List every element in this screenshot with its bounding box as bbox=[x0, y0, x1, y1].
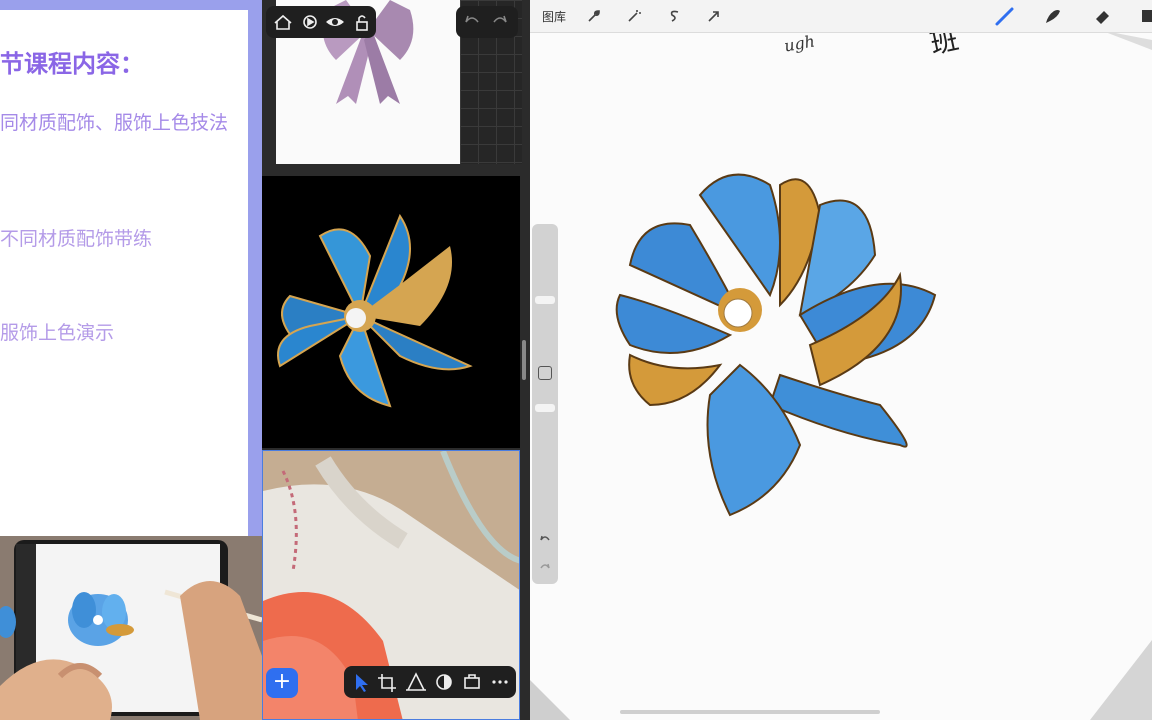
opacity-slider-thumb[interactable] bbox=[535, 404, 555, 412]
brush-size-slider[interactable] bbox=[532, 224, 558, 584]
briefcase-icon bbox=[464, 674, 480, 689]
procreate-toolbar: 图库 bbox=[530, 0, 1152, 33]
brush-icon[interactable] bbox=[994, 5, 1016, 27]
slide-content: 节课程内容： 同材质配饰、服饰上色技法 不同材质配饰带练 服饰上色演示 bbox=[0, 10, 248, 536]
split-view-handle[interactable] bbox=[522, 340, 526, 380]
home-icon bbox=[274, 14, 292, 30]
webcam-feed bbox=[0, 536, 262, 720]
size-slider-thumb[interactable] bbox=[535, 296, 555, 304]
reference-toolbar bbox=[266, 6, 376, 38]
crop-icon bbox=[378, 674, 396, 692]
undo-redo-toolbar bbox=[456, 6, 518, 38]
redo-icon bbox=[493, 15, 507, 23]
square-modify-icon[interactable] bbox=[538, 366, 552, 380]
slide-line-1: 同材质配饰、服饰上色技法 bbox=[0, 112, 229, 134]
eraser-icon[interactable] bbox=[1092, 5, 1114, 27]
gallery-button[interactable]: 图库 bbox=[542, 8, 566, 25]
undo-icon bbox=[465, 15, 479, 23]
transform-arrow-icon[interactable] bbox=[706, 8, 722, 24]
home-indicator bbox=[620, 710, 880, 714]
slide-line-2: 不同材质配饰带练 bbox=[0, 228, 153, 250]
drawing-canvas[interactable]: ugh 班 bbox=[530, 0, 1152, 720]
slide-title: 节课程内容： bbox=[0, 50, 144, 78]
selection-s-icon[interactable] bbox=[666, 8, 682, 24]
add-reference-button[interactable]: + bbox=[266, 668, 298, 698]
wrench-icon[interactable] bbox=[586, 8, 602, 24]
more-icon bbox=[492, 680, 508, 684]
reference-bottom-toolbar bbox=[344, 666, 516, 698]
blue-flower-reference-image[interactable] bbox=[262, 176, 520, 448]
undo-side-icon[interactable] bbox=[538, 532, 552, 546]
perspective-icon bbox=[406, 672, 426, 691]
slide-line-3: 服饰上色演示 bbox=[0, 322, 115, 344]
play-icon bbox=[303, 15, 317, 29]
adjust-icon bbox=[436, 674, 452, 690]
eye-icon bbox=[326, 18, 344, 26]
unlock-icon bbox=[356, 15, 368, 31]
smudge-icon[interactable] bbox=[1042, 5, 1064, 27]
select-arrow-icon bbox=[356, 674, 368, 692]
redo-side-icon[interactable] bbox=[538, 560, 552, 574]
magic-wand-icon[interactable] bbox=[626, 8, 642, 24]
layers-icon[interactable] bbox=[1140, 5, 1152, 27]
